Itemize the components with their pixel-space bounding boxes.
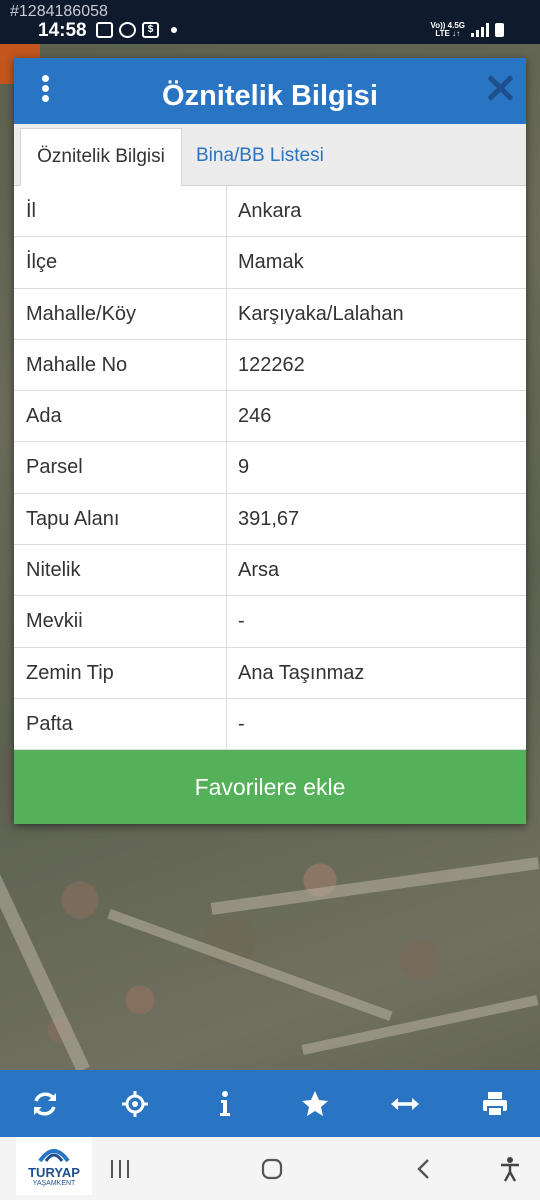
accessibility-icon[interactable] — [490, 1151, 530, 1187]
measure-icon[interactable] — [383, 1082, 427, 1126]
table-row: Mahalle No 122262 — [14, 339, 526, 392]
star-icon[interactable] — [293, 1082, 337, 1126]
row-value: Ana Taşınmaz — [238, 661, 365, 684]
home-icon[interactable] — [252, 1151, 292, 1187]
dialog-header: Öznitelik Bilgisi — [14, 58, 526, 124]
add-to-favorites-button[interactable]: Favorilere ekle — [14, 750, 526, 824]
network-type: Vo)) 4.5G LTE ↓↑ — [430, 21, 465, 38]
back-icon[interactable] — [404, 1151, 444, 1187]
table-row: Mahalle/Köy Karşıyaka/Lalahan — [14, 288, 526, 340]
system-icons: Vo)) 4.5G LTE ↓↑ — [430, 22, 504, 38]
table-row: Mevkii - — [14, 596, 526, 648]
logo-mark — [36, 1141, 72, 1165]
turyap-logo: TURYAP YAŞAMKENT — [16, 1137, 92, 1195]
row-key: İlçe — [14, 237, 227, 288]
dollar-app-icon: $ — [142, 22, 159, 38]
row-key: Mahalle No — [14, 339, 227, 391]
row-value: - — [238, 610, 245, 633]
tab-attribute-info[interactable]: Öznitelik Bilgisi — [20, 128, 182, 186]
row-key: Tapu Alanı — [14, 493, 227, 545]
row-value: 122262 — [238, 353, 305, 376]
tab-bar: Öznitelik Bilgisi Bina/BB Listesi — [14, 124, 526, 186]
print-icon[interactable] — [473, 1082, 517, 1126]
attribute-table: İl Ankara İlçe Mamak Mahalle/Köy Karşıyaka/… — [14, 186, 526, 751]
recent-apps-icon[interactable] — [100, 1151, 140, 1187]
row-key: Nitelik — [14, 545, 227, 596]
row-value: Ankara — [238, 200, 302, 222]
table-row: Parsel 9 — [14, 442, 526, 494]
table-row: Zemin Tip Ana Taşınmaz — [14, 647, 526, 699]
gallery-icon — [96, 22, 113, 38]
info-icon[interactable] — [203, 1082, 247, 1126]
row-value: - — [238, 712, 245, 735]
row-key: Mevkii — [14, 596, 227, 647]
table-row: İl Ankara — [14, 186, 526, 238]
row-key: Ada — [14, 391, 227, 442]
refresh-icon[interactable] — [23, 1082, 67, 1126]
system-nav-bar: TURYAP YAŞAMKENT — [0, 1137, 540, 1200]
row-key: Mahalle/Köy — [14, 288, 227, 339]
more-notifications-icon — [171, 27, 177, 33]
table-row: Tapu Alanı 391,67 — [14, 493, 526, 546]
clock: 14:58 — [38, 20, 87, 41]
table-row: Nitelik Arsa — [14, 545, 526, 597]
status-bar: #1284186058 14:58 $ Vo)) 4.5G LTE ↓↑ — [0, 0, 540, 44]
row-value: Arsa — [238, 559, 280, 582]
row-key: Pafta — [14, 698, 227, 750]
row-value: Mamak — [238, 251, 304, 274]
attribute-dialog: Öznitelik Bilgisi Öznitelik Bilgisi Bina… — [14, 58, 526, 824]
close-icon[interactable] — [486, 74, 514, 102]
row-key: İl — [14, 186, 227, 237]
row-value: Karşıyaka/Lalahan — [238, 302, 404, 325]
screenshot-id: #1284186058 — [10, 3, 108, 20]
row-value: 9 — [238, 456, 250, 479]
tab-building-list[interactable]: Bina/BB Listesi — [196, 128, 396, 186]
table-row: İlçe Mamak — [14, 237, 526, 289]
battery-icon — [495, 23, 504, 37]
table-row: Pafta - — [14, 698, 526, 751]
signal-icon — [471, 23, 489, 37]
notification-icons: $ — [96, 22, 177, 38]
row-value: 391,67 — [238, 507, 300, 530]
dialog-title: Öznitelik Bilgisi — [162, 80, 378, 112]
row-key: Parsel — [14, 442, 227, 493]
logo-subtext: YAŞAMKENT — [32, 1180, 76, 1187]
bottom-toolbar — [0, 1070, 540, 1137]
locate-icon[interactable] — [113, 1082, 157, 1126]
row-key: Zemin Tip — [14, 647, 227, 698]
table-row: Ada 246 — [14, 391, 526, 443]
logo-text: TURYAP — [28, 1165, 80, 1180]
whatsapp-icon — [119, 22, 136, 38]
row-value: 246 — [238, 405, 272, 428]
